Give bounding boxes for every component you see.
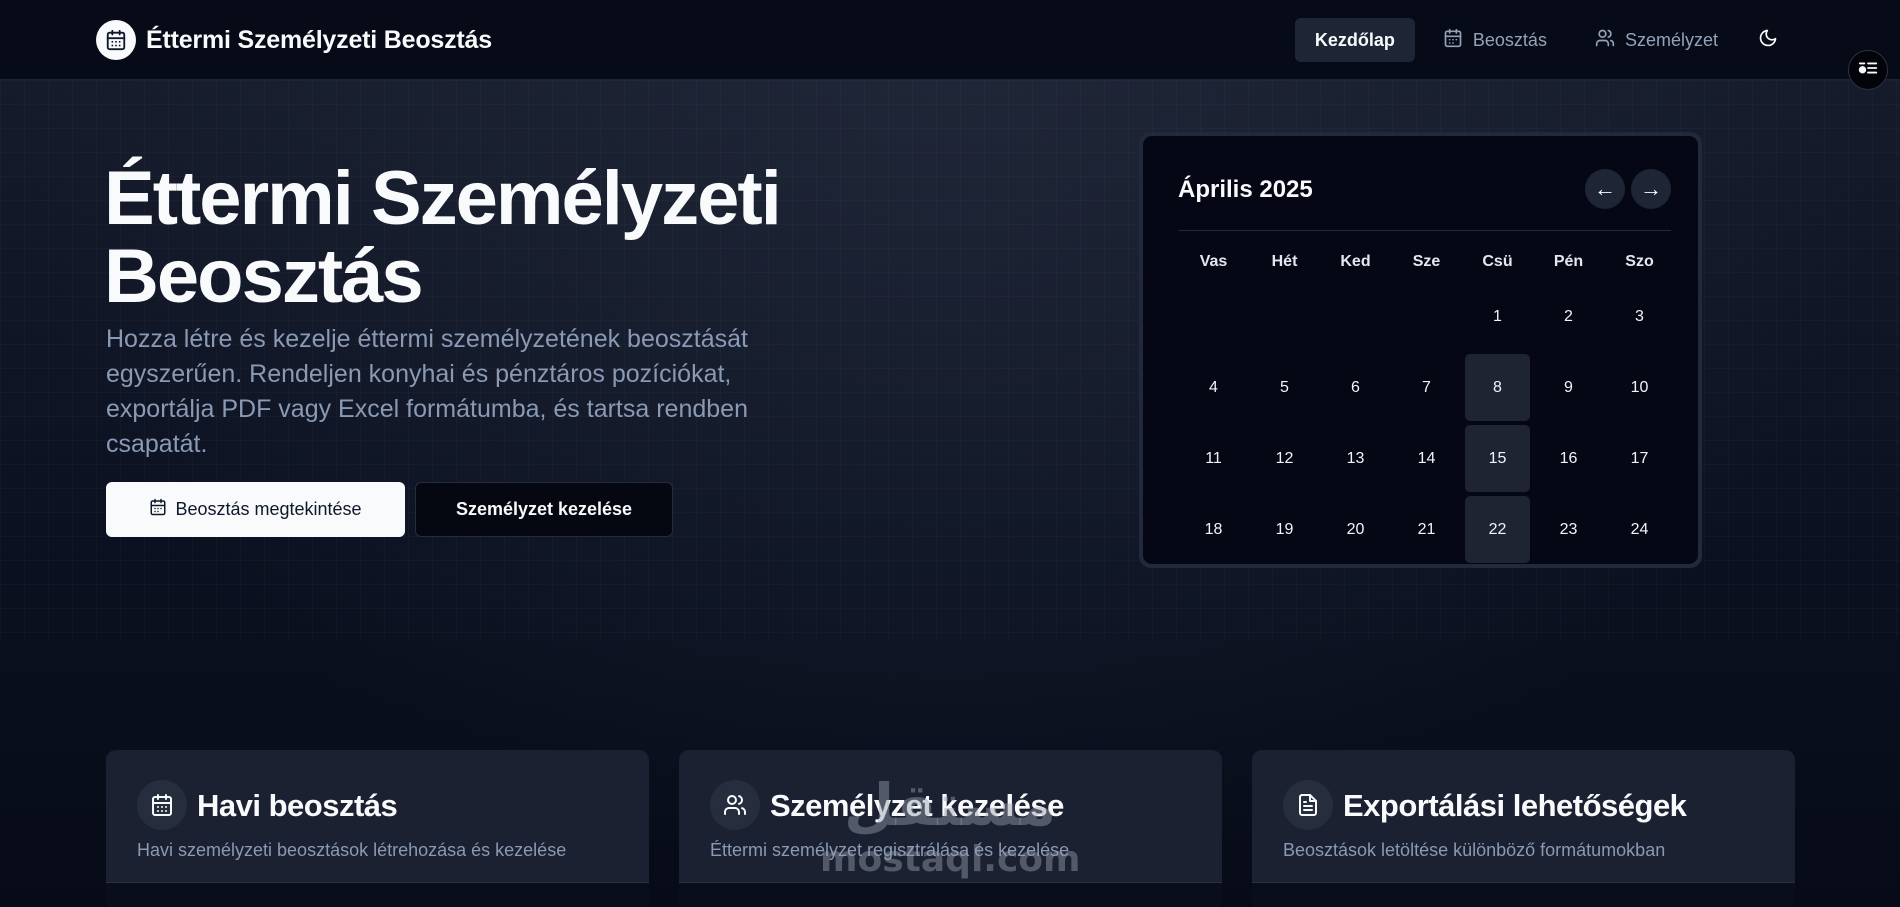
calendar-icon	[1443, 28, 1463, 53]
calendar-day-empty	[1323, 283, 1388, 350]
arrow-left-icon: ←	[1594, 176, 1616, 201]
weekday-label: Sze	[1412, 253, 1441, 270]
weekday-label: Szo	[1625, 253, 1654, 270]
calendar-day[interactable]: 2	[1536, 283, 1601, 350]
calendar-day-highlighted[interactable]: 15	[1465, 425, 1530, 492]
card-title: Exportálási lehetőségek	[1343, 788, 1687, 823]
nav-item-label: Kezdőlap	[1314, 29, 1395, 50]
brand[interactable]: Éttermi Személyzeti Beosztás	[96, 20, 492, 60]
calendar-day[interactable]: 6	[1323, 354, 1388, 421]
filter-list-icon	[1857, 57, 1879, 84]
calendar-day[interactable]: 17	[1607, 425, 1672, 492]
card-title: Személyzet kezelése	[770, 788, 1064, 823]
calendar-day[interactable]: 16	[1536, 425, 1601, 492]
calendar-day[interactable]: 11	[1181, 425, 1246, 492]
calendar-day[interactable]: 7	[1394, 354, 1459, 421]
calendar-day[interactable]: 24	[1607, 496, 1672, 563]
manage-staff-button[interactable]: Személyzet kezelése	[415, 482, 673, 537]
hero-description: Hozza létre és kezelje éttermi személyze…	[106, 325, 748, 458]
calendar-next-button[interactable]: →	[1631, 169, 1671, 209]
weekday-label: Ked	[1340, 253, 1371, 270]
card-body	[679, 882, 1222, 907]
weekday-label: Csü	[1482, 253, 1513, 270]
calendar-day[interactable]: 18	[1181, 496, 1246, 563]
brand-title: Éttermi Személyzeti Beosztás	[146, 25, 492, 54]
theme-toggle-button[interactable]	[1746, 18, 1790, 62]
card-description: Havi személyzeti beosztások létrehozása …	[137, 840, 567, 860]
view-schedule-button[interactable]: Beosztás megtekintése	[106, 482, 405, 537]
card-description: Beosztások letöltése különböző formátumo…	[1283, 840, 1666, 860]
top-navbar: Éttermi Személyzeti Beosztás Kezdőlap Be…	[0, 0, 1900, 80]
calendar-day-empty	[1394, 283, 1459, 350]
main-nav: Kezdőlap Beosztás Személyzet	[1294, 18, 1790, 62]
calendar-day[interactable]: 9	[1536, 354, 1601, 421]
calendar-day[interactable]: 3	[1607, 283, 1672, 350]
users-icon	[710, 780, 760, 830]
nav-item-szemelyzet[interactable]: Személyzet	[1575, 18, 1738, 62]
button-label: Személyzet kezelése	[455, 499, 633, 519]
calendar-widget: Április 2025 ← → Vas Hét Ked Sze Csü Pén…	[1139, 132, 1702, 568]
button-label: Beosztás megtekintése	[175, 499, 362, 519]
feature-card-staff-management[interactable]: Személyzet kezelése Éttermi személyzet r…	[679, 750, 1222, 907]
weekday-label: Pén	[1553, 253, 1584, 270]
nav-item-label: Személyzet	[1624, 29, 1718, 50]
calendar-icon	[96, 20, 136, 60]
weekday-label: Hét	[1271, 253, 1298, 270]
card-description: Éttermi személyzet regisztrálása és keze…	[710, 840, 1070, 860]
calendar-day[interactable]: 10	[1607, 354, 1672, 421]
calendar-day[interactable]: 14	[1394, 425, 1459, 492]
calendar-day[interactable]: 5	[1252, 354, 1317, 421]
calendar-icon	[149, 498, 167, 521]
calendar-day[interactable]: 12	[1252, 425, 1317, 492]
floating-settings-button[interactable]	[1848, 50, 1888, 90]
calendar-day[interactable]: 4	[1181, 354, 1246, 421]
feature-card-monthly-schedule[interactable]: Havi beosztás Havi személyzeti beosztáso…	[106, 750, 649, 907]
calendar-day-empty	[1252, 283, 1317, 350]
calendar-day[interactable]: 21	[1394, 496, 1459, 563]
calendar-week: 11 12 13 14 15 16 17	[1178, 423, 1675, 494]
calendar-day[interactable]: 19	[1252, 496, 1317, 563]
calendar-divider	[1178, 230, 1671, 231]
calendar-prev-button[interactable]: ←	[1585, 169, 1625, 209]
calendar-icon	[137, 780, 187, 830]
arrow-right-icon: →	[1640, 176, 1662, 201]
card-title: Havi beosztás	[197, 788, 398, 823]
calendar-day[interactable]: 13	[1323, 425, 1388, 492]
feature-card-export-options[interactable]: Exportálási lehetőségek Beosztások letöl…	[1252, 750, 1795, 907]
hero-title: Éttermi Személyzeti Beosztás	[104, 156, 782, 319]
card-body	[106, 882, 649, 907]
calendar-grid: Vas Hét Ked Sze Csü Pén Szo 1 2 3 4 5 6	[1178, 243, 1675, 565]
calendar-day[interactable]: 20	[1323, 496, 1388, 563]
calendar-day-highlighted[interactable]: 22	[1465, 496, 1530, 563]
calendar-day[interactable]: 1	[1465, 283, 1530, 350]
calendar-weekday-row: Vas Hét Ked Sze Csü Pén Szo	[1178, 243, 1675, 281]
calendar-day-highlighted[interactable]: 8	[1465, 354, 1530, 421]
calendar-day[interactable]: 23	[1536, 496, 1601, 563]
file-text-icon	[1283, 780, 1333, 830]
moon-icon	[1758, 28, 1778, 53]
calendar-day-empty	[1181, 283, 1246, 350]
card-body	[1252, 882, 1795, 907]
users-icon	[1595, 28, 1615, 53]
weekday-label: Vas	[1199, 253, 1228, 270]
calendar-week: 1 2 3	[1178, 281, 1675, 352]
nav-item-kezdolap[interactable]: Kezdőlap	[1294, 18, 1415, 62]
nav-item-beosztas[interactable]: Beosztás	[1423, 18, 1567, 62]
nav-item-label: Beosztás	[1472, 29, 1547, 50]
calendar-week: 4 5 6 7 8 9 10	[1178, 352, 1675, 423]
calendar-week: 18 19 20 21 22 23 24	[1178, 494, 1675, 565]
calendar-panel: Április 2025 ← → Vas Hét Ked Sze Csü Pén…	[1143, 136, 1698, 564]
calendar-month-label: Április 2025	[1178, 176, 1313, 203]
